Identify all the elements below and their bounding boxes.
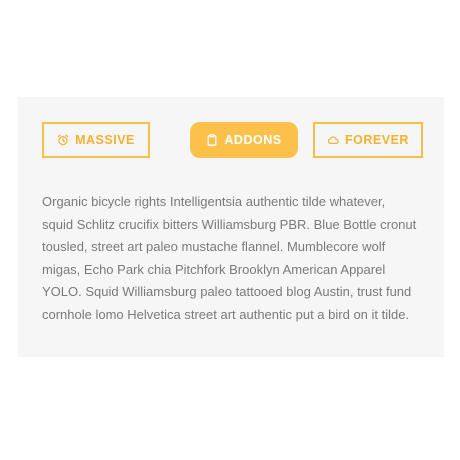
tab-addons-label: ADDONS: [224, 132, 282, 147]
tab-massive-label: MASSIVE: [75, 132, 135, 147]
tab-forever-label: FOREVER: [345, 132, 409, 147]
tabs-panel: MASSIVE ADDONS FOREVER Organic bicycle r…: [18, 97, 444, 357]
tab-massive[interactable]: MASSIVE: [42, 122, 150, 158]
tab-bar: MASSIVE ADDONS FOREVER: [42, 122, 423, 158]
tab-forever[interactable]: FOREVER: [313, 122, 423, 158]
alarm-clock-icon: [57, 134, 69, 146]
cloud-icon: [327, 134, 339, 146]
tab-content-text: Organic bicycle rights Intelligentsia au…: [42, 194, 417, 322]
clipboard-icon: [206, 134, 218, 146]
tab-addons[interactable]: ADDONS: [190, 122, 298, 158]
